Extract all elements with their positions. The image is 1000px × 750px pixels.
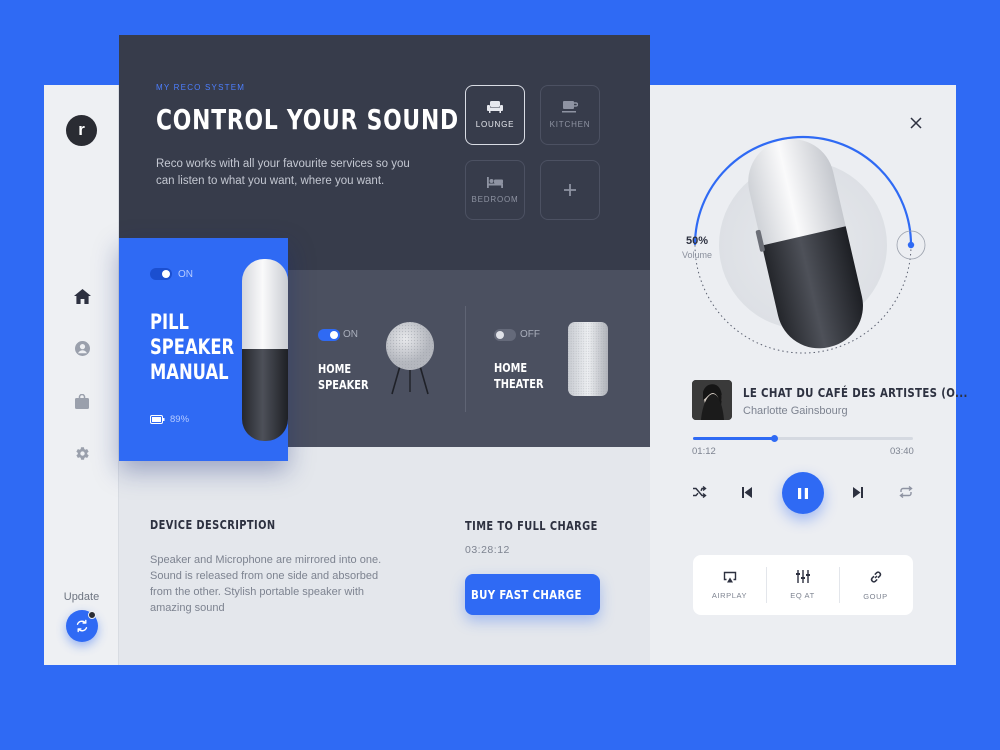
devices-divider [465, 306, 466, 412]
artist-name: Charlotte Gainsbourg [743, 405, 848, 417]
sofa-icon [487, 101, 503, 113]
home-speaker-toggle-label: ON [343, 329, 358, 340]
pill-toggle-label: ON [178, 269, 193, 280]
sidebar-item-store[interactable] [72, 391, 92, 411]
equalizer-button[interactable]: EQ AT [766, 555, 839, 615]
reco-logo: r [66, 115, 97, 146]
link-icon [870, 570, 881, 583]
gear-icon [75, 446, 89, 460]
previous-button[interactable] [736, 481, 758, 503]
progress-track[interactable] [693, 435, 913, 442]
total-time: 03:40 [890, 446, 914, 457]
page-title: CONTROL YOUR SOUND [156, 103, 459, 136]
room-kitchen[interactable]: KITCHEN [540, 85, 600, 145]
volume-label: Volume [682, 250, 713, 260]
shuffle-icon [693, 486, 707, 498]
room-label: LOUNGE [475, 120, 515, 129]
update-label: Update [63, 591, 100, 603]
repeat-icon [899, 486, 913, 498]
add-room-button[interactable] [540, 160, 600, 220]
charge-title: TIME TO FULL CHARGE [465, 519, 598, 533]
pill-toggle[interactable] [150, 268, 172, 280]
home-theater-toggle-label: OFF [520, 329, 540, 340]
next-icon [853, 486, 863, 498]
hero-eyebrow: MY RECO SYSTEM [156, 83, 246, 92]
home-speaker-toggle[interactable] [318, 329, 340, 341]
airplay-label: AIRPLAY [711, 590, 748, 600]
description-title: DEVICE DESCRIPTION [150, 518, 276, 532]
output-options: AIRPLAY EQ AT GOUP [693, 555, 913, 615]
room-bedroom[interactable]: BEDROOM [465, 160, 525, 220]
shuffle-button[interactable] [689, 481, 711, 503]
room-lounge[interactable]: LOUNGE [465, 85, 525, 145]
charge-time: 03:28:12 [465, 544, 510, 556]
home-speaker-image [386, 322, 434, 395]
coffee-cup-icon [562, 101, 578, 113]
home-theater-name[interactable]: HOME THEATER [494, 360, 544, 392]
close-icon[interactable] [908, 115, 924, 131]
equalizer-icon [795, 570, 810, 583]
album-art [692, 380, 732, 420]
pause-icon [798, 487, 808, 499]
group-button[interactable]: GOUP [839, 555, 912, 615]
pause-button[interactable] [782, 472, 824, 514]
home-speaker-name[interactable]: HOME SPEAKER [318, 361, 369, 393]
song-title: LE CHAT DU CAFÉ DES ARTISTES (O... [743, 386, 968, 400]
device-description: Speaker and Microphone are mirrored into… [150, 554, 382, 614]
elapsed-time: 01:12 [692, 446, 716, 457]
volume-percent: 50% [686, 235, 709, 247]
buy-fast-charge-button[interactable]: BUY FAST CHARGE [465, 574, 600, 615]
bed-icon [487, 176, 503, 188]
room-label: BEDROOM [471, 194, 519, 204]
pill-speaker-name: PILL SPEAKER MANUAL [150, 310, 235, 384]
plus-icon [564, 184, 576, 196]
next-button[interactable] [847, 481, 869, 503]
home-icon [73, 288, 91, 304]
buy-fast-charge-label: BUY FAST CHARGE [471, 587, 583, 602]
sidebar-item-settings[interactable] [72, 443, 92, 463]
home-theater-toggle[interactable] [494, 329, 516, 341]
hero-description: Reco works with all your favourite servi… [156, 158, 410, 187]
airplay-button[interactable]: AIRPLAY [693, 555, 766, 615]
update-notification-dot [88, 611, 96, 619]
previous-icon [742, 486, 752, 498]
sidebar-item-home[interactable] [72, 286, 92, 306]
pill-speaker-image [242, 259, 288, 441]
refresh-icon [76, 619, 88, 633]
user-icon [74, 340, 90, 356]
repeat-button[interactable] [895, 481, 917, 503]
battery-level: 89% [170, 414, 190, 425]
sidebar: r Update [44, 85, 119, 665]
bag-icon [75, 393, 89, 409]
progress-fill [693, 437, 775, 440]
group-label: GOUP [863, 591, 888, 601]
room-label: KITCHEN [549, 120, 591, 129]
airplay-icon [723, 571, 736, 582]
sidebar-item-profile[interactable] [72, 338, 92, 358]
battery-icon [150, 415, 165, 424]
home-theater-image [568, 322, 608, 396]
volume-dial[interactable] [680, 130, 930, 380]
equalizer-label: EQ AT [790, 591, 815, 600]
